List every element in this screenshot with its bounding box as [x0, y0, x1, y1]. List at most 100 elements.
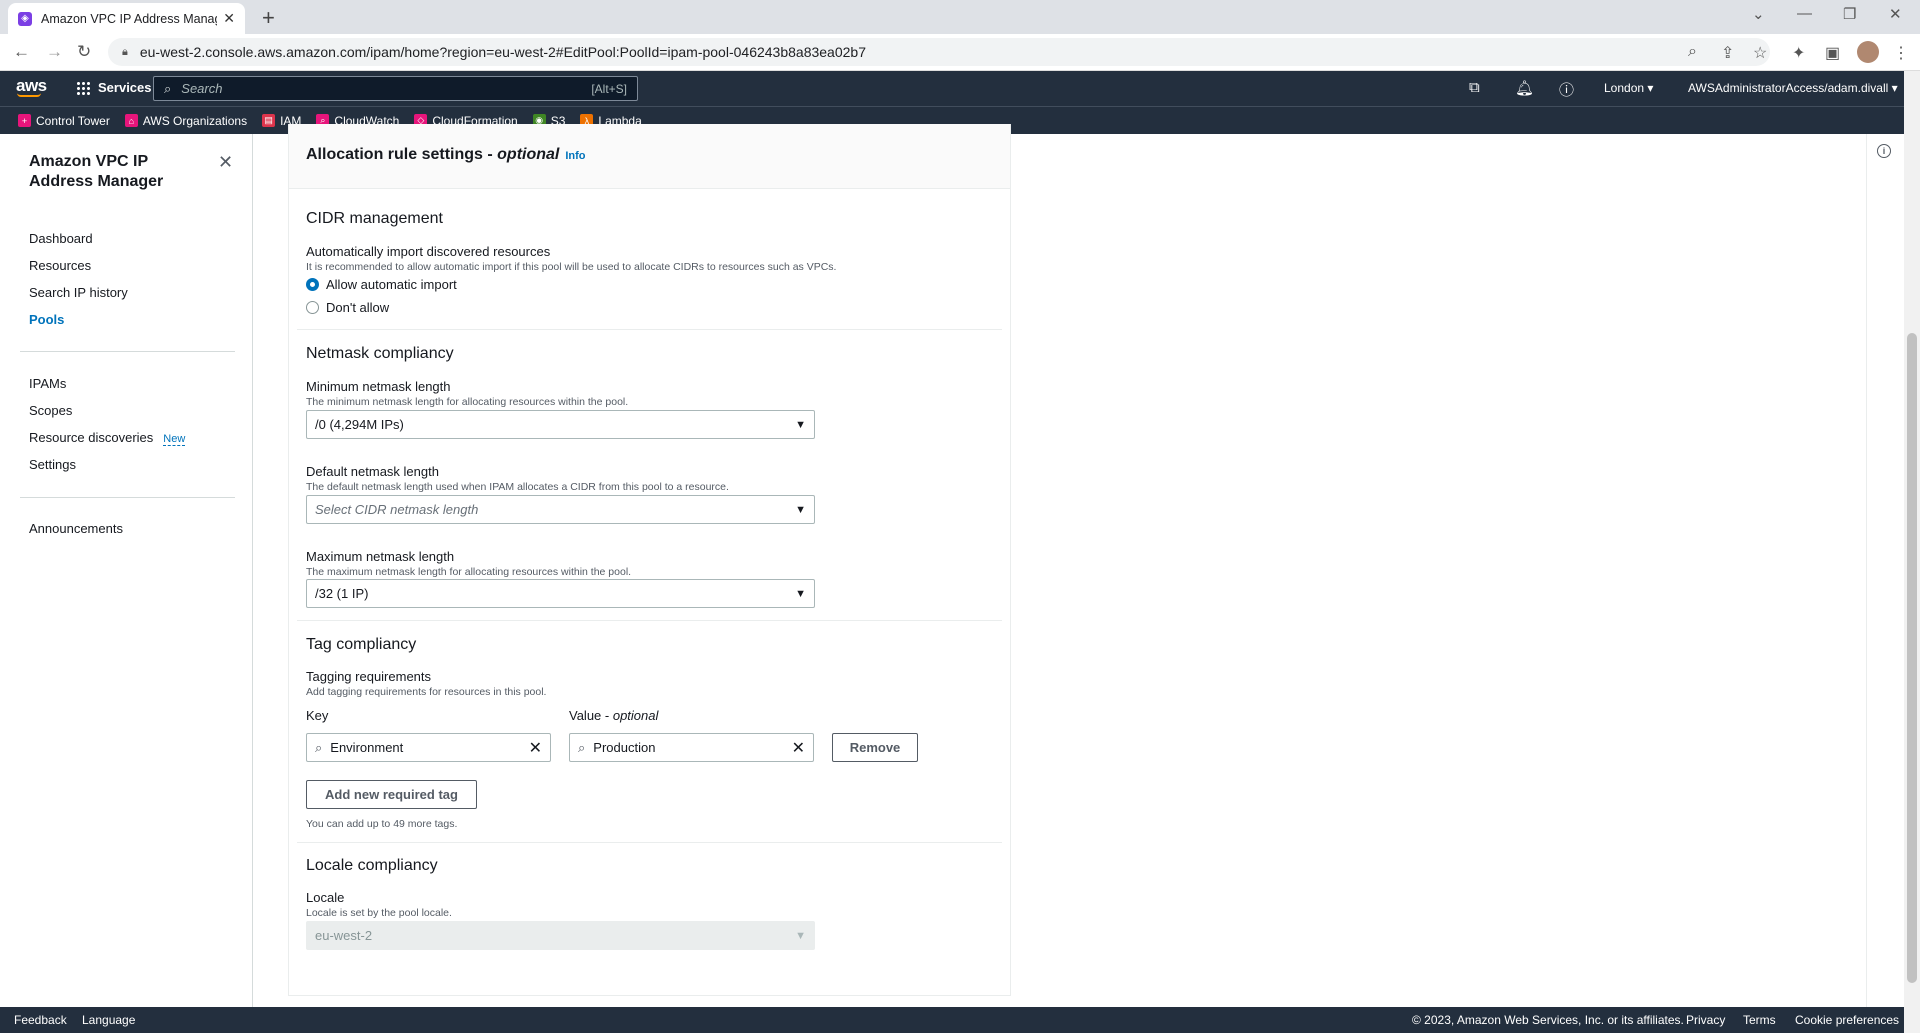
minimize-icon[interactable]: — — [1797, 5, 1812, 22]
caret-down-icon: ▼ — [795, 418, 806, 431]
share-icon[interactable]: ⇪ — [1721, 43, 1734, 63]
new-tab-icon[interactable]: + — [262, 5, 275, 31]
tag-value-input[interactable]: ⌕ Production ✕ — [569, 733, 814, 762]
feedback-link[interactable]: Feedback — [14, 1013, 67, 1027]
cloudshell-icon[interactable]: ⧉ — [1469, 79, 1480, 96]
forward-icon[interactable]: → — [46, 42, 63, 62]
cookie-preferences-link[interactable]: Cookie preferences — [1795, 1013, 1899, 1027]
max-netmask-select[interactable]: /32 (1 IP) ▼ — [306, 579, 815, 608]
info-link[interactable]: Info — [565, 150, 585, 162]
radio-label: Don't allow — [326, 300, 390, 315]
favorite-label: Control Tower — [36, 113, 110, 128]
sidebar-title[interactable]: Amazon VPC IP Address Manager — [29, 152, 189, 192]
window-close-icon[interactable]: ✕ — [1889, 5, 1902, 23]
reload-icon[interactable]: ↻ — [77, 42, 91, 62]
sidebar-item-dashboard[interactable]: Dashboard — [29, 231, 93, 246]
panel-title-text: Allocation rule settings - — [306, 146, 498, 163]
clear-icon[interactable]: ✕ — [792, 738, 805, 758]
min-netmask-select[interactable]: /0 (4,294M IPs) ▼ — [306, 410, 815, 439]
terms-link[interactable]: Terms — [1743, 1013, 1776, 1027]
services-menu[interactable]: Services — [76, 80, 152, 95]
add-new-required-tag-button[interactable]: Add new required tag — [306, 780, 477, 809]
sidebar-item-search-ip-history[interactable]: Search IP history — [29, 285, 128, 300]
caret-down-icon: ▼ — [795, 587, 806, 600]
account-menu[interactable]: AWSAdministratorAccess/adam.divall ▾ — [1688, 81, 1898, 95]
vpc-favicon-icon: ◈ — [18, 11, 32, 26]
select-value: eu-west-2 — [315, 928, 373, 943]
language-link[interactable]: Language — [82, 1013, 135, 1027]
address-bar: ← → ↻ 🔒︎ eu-west-2.console.aws.amazon.co… — [0, 34, 1920, 71]
sidebar-item-settings[interactable]: Settings — [29, 457, 76, 472]
select-value: /32 (1 IP) — [315, 586, 369, 601]
default-netmask-select[interactable]: Select CIDR netmask length ▼ — [306, 495, 815, 524]
tab-search-icon[interactable]: ⌄ — [1752, 5, 1765, 23]
browser-menu-icon[interactable]: ⋮ — [1893, 43, 1909, 63]
info-panel-icon[interactable]: i — [1877, 144, 1891, 158]
url-field[interactable]: 🔒︎ eu-west-2.console.aws.amazon.com/ipam… — [108, 38, 1770, 66]
radio-selected-icon — [306, 278, 319, 291]
search-icon: ⌕ — [578, 739, 586, 755]
notifications-bell-icon[interactable]: 🔔︎ — [1515, 79, 1534, 97]
sidebar-item-scopes[interactable]: Scopes — [29, 403, 72, 418]
search-input[interactable]: ⌕ Search [Alt+S] — [153, 76, 638, 101]
sidebar-item-pools[interactable]: Pools — [29, 312, 64, 327]
section-divider — [297, 620, 1002, 621]
region-selector[interactable]: London ▾ — [1604, 81, 1653, 95]
tab-title: Amazon VPC IP Address Manage — [41, 11, 218, 26]
dont-allow-radio[interactable]: Don't allow — [306, 300, 389, 315]
organizations-icon: ⌂ — [124, 114, 138, 127]
locale-description: Locale is set by the pool locale. — [306, 907, 452, 919]
side-panel-icon[interactable]: ▣ — [1825, 43, 1840, 63]
tag-compliancy-heading: Tag compliancy — [306, 636, 417, 653]
tools-rail-divider — [1866, 134, 1867, 1007]
tag-value-label-text: Value - — [569, 708, 613, 723]
sidebar-item-resources[interactable]: Resources — [29, 258, 91, 273]
tag-key-label: Key — [306, 708, 329, 723]
default-netmask-label: Default netmask length — [306, 464, 439, 479]
bookmark-star-icon[interactable]: ☆ — [1753, 43, 1767, 63]
browser-tab[interactable]: ◈ Amazon VPC IP Address Manage ✕ — [8, 3, 245, 34]
tag-key-input[interactable]: ⌕ Environment ✕ — [306, 733, 551, 762]
new-badge: New — [163, 433, 186, 446]
profile-avatar[interactable] — [1857, 41, 1879, 63]
min-netmask-description: The minimum netmask length for allocatin… — [306, 396, 629, 408]
panel-title: Allocation rule settings - optional Info — [306, 146, 586, 164]
allow-automatic-import-radio[interactable]: Allow automatic import — [306, 277, 457, 292]
tag-value-optional: optional — [612, 708, 659, 723]
min-netmask-label: Minimum netmask length — [306, 379, 451, 394]
sidebar-item-ipams[interactable]: IPAMs — [29, 376, 66, 391]
search-icon: ⌕ — [315, 739, 323, 755]
cidr-management-heading: CIDR management — [306, 210, 443, 227]
tab-close-icon[interactable]: ✕ — [223, 10, 235, 27]
control-tower-icon: + — [18, 114, 31, 127]
iam-icon: ▤ — [262, 114, 276, 127]
locale-compliancy-heading: Locale compliancy — [306, 857, 438, 874]
page-scrollbar[interactable] — [1904, 71, 1920, 1033]
remove-tag-button[interactable]: Remove — [832, 733, 918, 762]
grid-icon — [76, 80, 90, 95]
netmask-compliancy-heading: Netmask compliancy — [306, 345, 454, 362]
main-content: Allocation rule settings - optional Info … — [254, 124, 1904, 1007]
restore-icon[interactable]: ❐ — [1843, 5, 1856, 23]
favorite-control-tower[interactable]: + Control Tower — [18, 114, 110, 128]
extensions-icon[interactable]: ✦ — [1792, 43, 1805, 63]
select-value: /0 (4,294M IPs) — [315, 417, 404, 432]
favorite-aws-organizations[interactable]: ⌂ AWS Organizations — [124, 114, 247, 128]
section-divider — [297, 842, 1002, 843]
zoom-icon[interactable]: ⌕ — [1688, 43, 1697, 61]
search-placeholder: Search — [181, 81, 223, 96]
auto-import-description: It is recommended to allow automatic imp… — [306, 261, 837, 273]
close-sidebar-icon[interactable]: ✕ — [218, 152, 233, 173]
sidebar-item-announcements[interactable]: Announcements — [29, 521, 123, 536]
tag-limit-text: You can add up to 49 more tags. — [306, 818, 458, 830]
tagging-requirements-label: Tagging requirements — [306, 669, 432, 684]
clear-icon[interactable]: ✕ — [529, 738, 542, 758]
locale-select: eu-west-2 ▼ — [306, 921, 815, 950]
sidebar-item-resource-discoveries[interactable]: Resource discoveries New — [29, 430, 186, 446]
search-icon: ⌕ — [164, 80, 172, 96]
side-navigation: Amazon VPC IP Address Manager ✕ Dashboar… — [0, 134, 253, 1007]
back-icon[interactable]: ← — [13, 42, 30, 62]
help-icon[interactable]: ⓘ — [1559, 79, 1574, 100]
scrollbar-thumb[interactable] — [1907, 333, 1917, 983]
privacy-link[interactable]: Privacy — [1686, 1013, 1725, 1027]
